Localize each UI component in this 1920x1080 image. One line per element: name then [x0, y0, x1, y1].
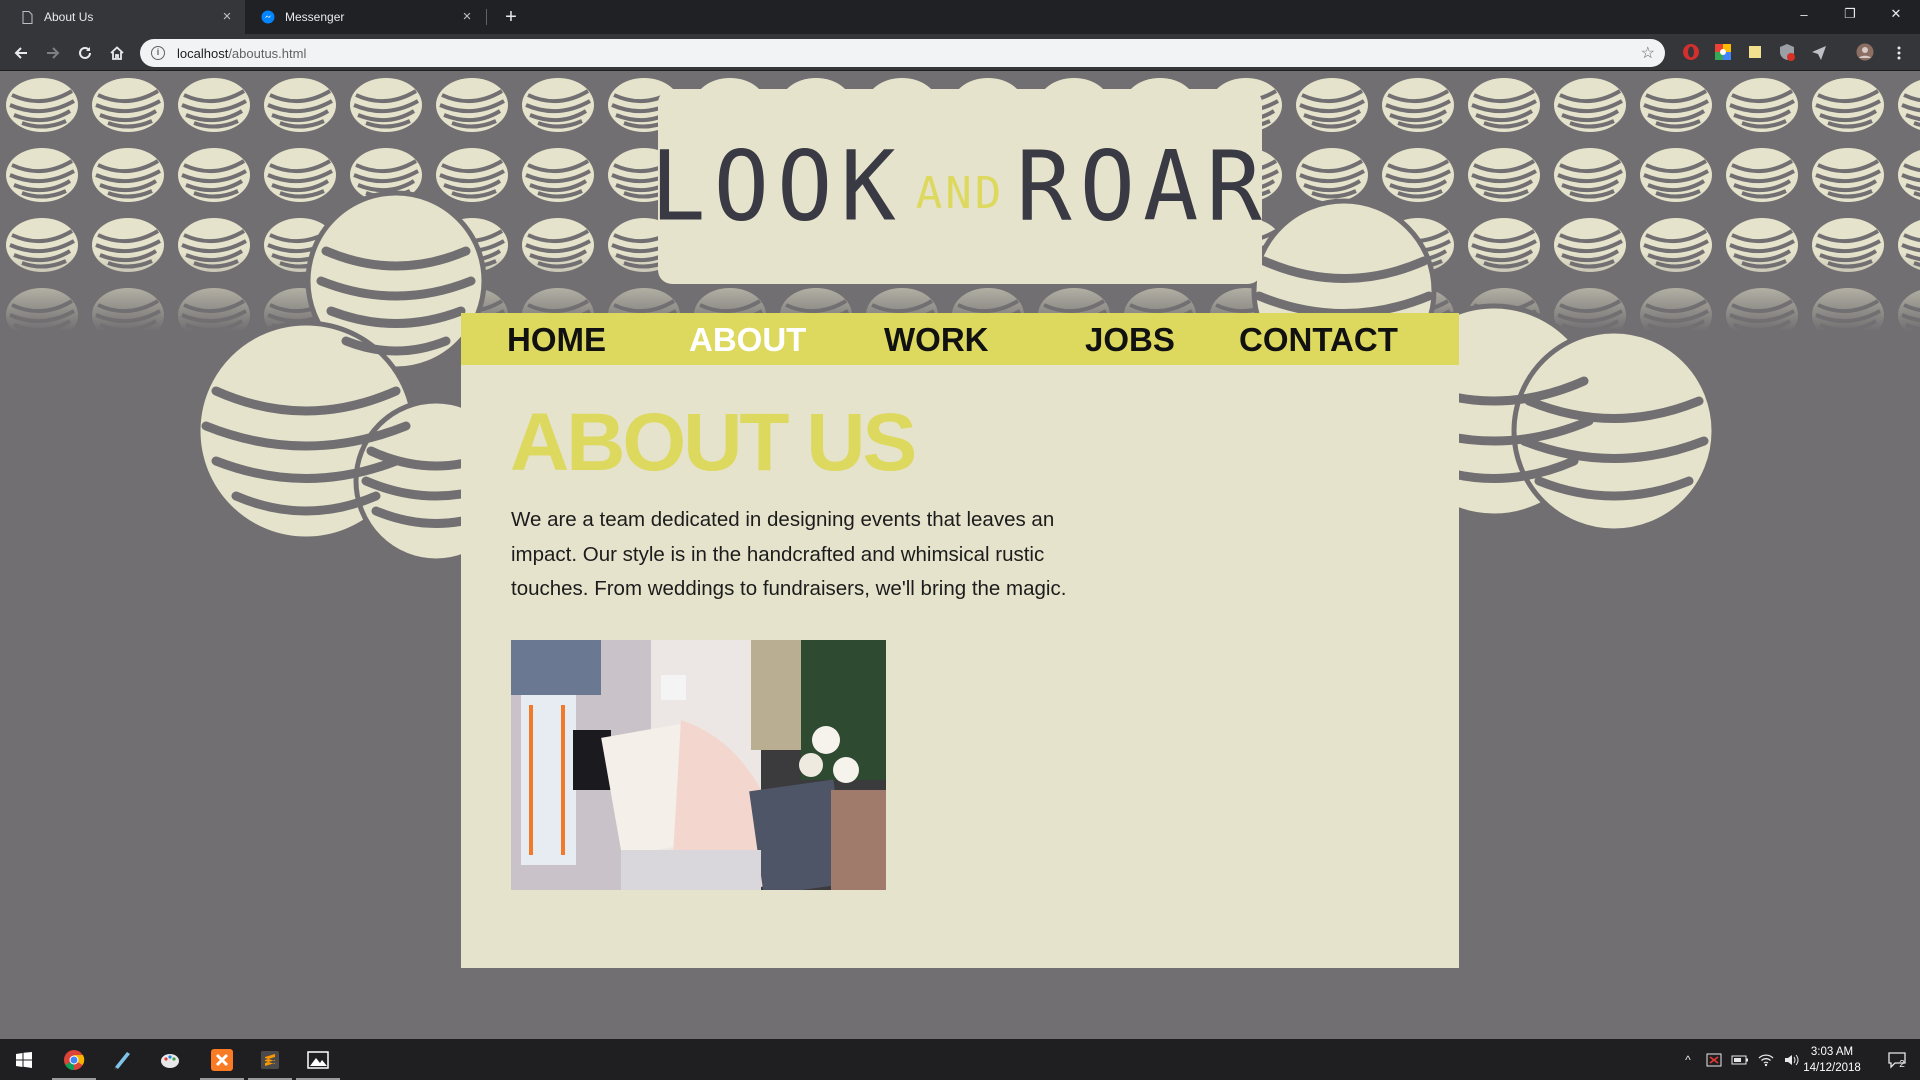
send-extension-icon[interactable] [1810, 43, 1828, 61]
nav-about[interactable]: ABOUT [689, 313, 806, 365]
taskbar-photos[interactable] [294, 1039, 342, 1080]
taskbar-notepad[interactable] [98, 1039, 146, 1080]
arrow-right-icon [47, 47, 60, 59]
tab-close-icon[interactable]: × [219, 9, 235, 25]
nav-work[interactable]: WORK [884, 313, 988, 365]
bookmark-star-icon[interactable]: ☆ [1641, 43, 1655, 63]
home-icon [110, 46, 124, 60]
tray-overflow-icon[interactable]: ^ [1678, 1039, 1698, 1080]
main-nav: HOME ABOUT WORK JOBS CONTACT [461, 313, 1459, 365]
clock-date: 14/12/2018 [1803, 1062, 1861, 1074]
url-path: /aboutus.html [228, 45, 307, 61]
url-host: localhost [177, 45, 229, 61]
opera-extension-icon[interactable] [1682, 43, 1700, 61]
reload-icon [79, 46, 91, 59]
start-button[interactable] [0, 1039, 48, 1080]
photos-icon [307, 1050, 329, 1069]
logo-look: LOOK [650, 129, 904, 243]
taskbar-sublime[interactable] [246, 1039, 294, 1080]
nav-contact[interactable]: CONTACT [1239, 313, 1398, 365]
taskbar-chrome[interactable] [50, 1039, 98, 1080]
tab-close-icon[interactable]: × [459, 9, 475, 25]
craft-flatlay-photo [511, 640, 886, 890]
profile-avatar-icon[interactable] [1856, 43, 1874, 61]
page-icon [20, 10, 34, 24]
browser-toolbar: i localhost/aboutus.html ☆ [0, 34, 1920, 71]
more-vertical-icon [1897, 46, 1901, 60]
yarn-ball-left-icon [195, 190, 486, 564]
battery-icon[interactable] [1728, 1039, 1752, 1080]
tab-title: About Us [44, 10, 94, 24]
notification-count: 2 [1899, 1059, 1905, 1070]
address-bar[interactable]: i localhost/aboutus.html ☆ [140, 39, 1665, 67]
logo-and: AND [915, 167, 1005, 219]
chrome-icon [64, 1049, 85, 1070]
sublime-icon [261, 1050, 279, 1069]
nav-jobs[interactable]: JOBS [1085, 313, 1175, 365]
intro-paragraph: We are a team dedicated in designing eve… [511, 508, 1067, 600]
page-viewport: LOOK AND ROAR HOME ABOUT WORK JOBS CONTA… [0, 71, 1920, 1039]
tab-about-us[interactable]: About Us × [0, 0, 245, 34]
tab-strip: About Us × Messenger × + – ❐ ✕ [0, 0, 1920, 34]
page-title: ABOUT US [510, 397, 917, 488]
xampp-icon [211, 1048, 233, 1071]
google-extension-icon[interactable] [1714, 43, 1732, 61]
notepad-icon [114, 1051, 130, 1070]
messenger-icon [261, 10, 275, 24]
tray-antivirus-icon[interactable] [1702, 1039, 1726, 1080]
minimize-button[interactable]: – [1781, 0, 1827, 28]
forward-button[interactable] [40, 40, 66, 66]
taskbar-xampp[interactable] [198, 1039, 246, 1080]
wifi-icon[interactable] [1754, 1039, 1778, 1080]
nav-home[interactable]: HOME [507, 313, 606, 365]
clock-time: 3:03 AM [1810, 1046, 1854, 1058]
paint-icon [161, 1053, 179, 1068]
reload-button[interactable] [72, 40, 98, 66]
back-button[interactable] [8, 40, 34, 66]
menu-button[interactable] [1886, 40, 1912, 66]
taskbar-paint[interactable] [146, 1039, 194, 1080]
logo-roar: ROAR [1016, 129, 1270, 243]
action-center-button[interactable]: 2 [1876, 1039, 1916, 1080]
shield-extension-icon[interactable] [1778, 43, 1796, 61]
new-tab-button[interactable]: + [498, 4, 524, 30]
tab-separator [486, 9, 487, 25]
restore-button[interactable]: ❐ [1827, 0, 1873, 28]
windows-start-icon [16, 1051, 32, 1068]
windows-taskbar: ^ 3:03 AM 14/12/2018 2 [0, 1039, 1920, 1080]
url-text: localhost/aboutus.html [177, 46, 306, 61]
tab-messenger[interactable]: Messenger × [245, 0, 485, 34]
site-logo[interactable]: LOOK AND ROAR [650, 129, 1270, 243]
logo-header: LOOK AND ROAR [650, 89, 1262, 284]
arrow-left-icon [14, 47, 27, 59]
notes-extension-icon[interactable] [1746, 43, 1764, 61]
close-window-button[interactable]: ✕ [1873, 0, 1919, 28]
taskbar-clock[interactable]: 3:03 AM 14/12/2018 [1792, 1044, 1872, 1076]
home-button[interactable] [104, 40, 130, 66]
info-icon[interactable]: i [151, 46, 165, 60]
tab-title: Messenger [285, 10, 345, 24]
